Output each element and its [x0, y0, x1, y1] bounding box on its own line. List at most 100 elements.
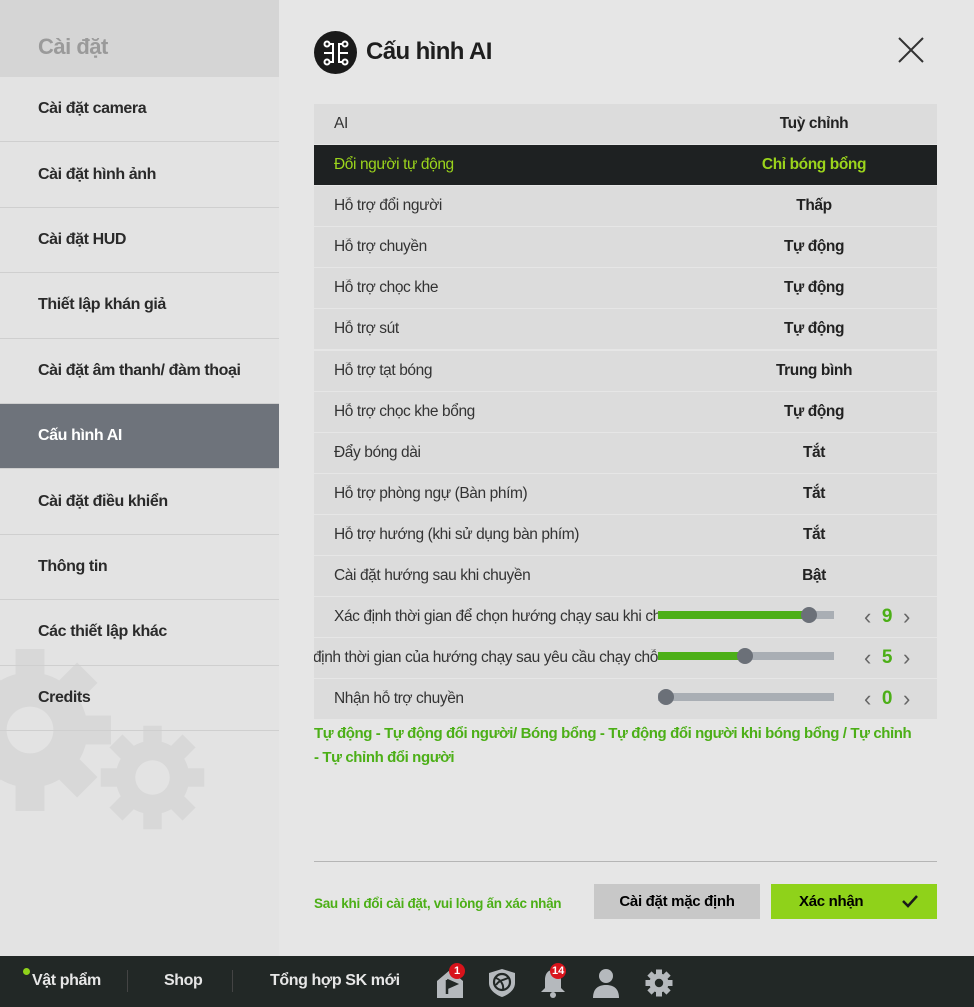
ai-config-panel: Cấu hình AI AI Tuỳ chỉnh Đổi người tự động…: [279, 0, 974, 956]
slider-row: yết định thời gian của hướng chạy sau yê…: [314, 638, 937, 679]
check-icon: [902, 895, 918, 908]
chevron-left-icon[interactable]: ‹: [864, 686, 871, 712]
slider-row: Nhận hỗ trợ chuyền ‹ 0 ›: [314, 679, 937, 720]
setting-value[interactable]: Thấp: [704, 197, 924, 215]
setting-row[interactable]: Hỗ trợ chọc khe Tự động: [314, 268, 937, 309]
slider-label: yết định thời gian của hướng chạy sau yê…: [314, 649, 658, 667]
confirm-button[interactable]: Xác nhận: [771, 884, 937, 919]
setting-row[interactable]: AI Tuỳ chỉnh: [314, 104, 937, 144]
sidebar-item-label: Cài đặt hình ảnh: [38, 165, 157, 183]
setting-row[interactable]: Đẩy bóng dài Tắt: [314, 432, 937, 473]
home-flag-button[interactable]: 1: [436, 963, 465, 1003]
sidebar-item-label: Thông tin: [38, 557, 108, 575]
slider-row: Xác định thời gian để chọn hướng chạy sa…: [314, 597, 937, 638]
confirm-label: Xác nhận: [799, 893, 864, 910]
slider-track[interactable]: [658, 607, 834, 624]
sidebar-item-label: Cài đặt camera: [38, 100, 147, 118]
new-dot: [23, 968, 30, 975]
sidebar-item[interactable]: Cấu hình AI: [0, 403, 279, 470]
setting-row[interactable]: Đổi người tự động Chỉ bóng bổng: [314, 145, 937, 186]
slider-track[interactable]: [658, 689, 834, 706]
setting-value[interactable]: Tự động: [704, 238, 924, 256]
setting-label: Đẩy bóng dài: [334, 443, 421, 461]
slider-thumb[interactable]: [800, 607, 817, 624]
reset-default-button[interactable]: Cài đặt mặc định: [594, 884, 760, 919]
sidebar-item[interactable]: Cài đặt HUD: [0, 208, 279, 274]
sidebar-item[interactable]: Cài đặt điều khiển: [0, 469, 279, 535]
home-badge: 1: [449, 963, 465, 979]
setting-row[interactable]: Hỗ trợ sút Tự động: [314, 309, 937, 350]
items-link[interactable]: Vật phẩm: [32, 972, 101, 990]
divider: [314, 861, 937, 862]
sidebar-item-label: Cài đặt điều khiển: [38, 492, 168, 510]
sidebar-item[interactable]: Cài đặt âm thanh/ đàm thoại: [0, 339, 279, 404]
setting-value[interactable]: Tắt: [704, 526, 924, 544]
setting-row[interactable]: Hỗ trợ tạt bóng Trung bình: [314, 350, 937, 391]
sidebar-item-label: Credits: [38, 688, 91, 706]
setting-row[interactable]: Hỗ trợ hướng (khi sử dụng bàn phím) Tắt: [314, 514, 937, 555]
notifications-button[interactable]: 14: [540, 963, 567, 1003]
setting-row[interactable]: Cài đặt hướng sau khi chuyền Bật: [314, 556, 937, 597]
slider-label: Nhận hỗ trợ chuyền: [334, 690, 464, 708]
chevron-left-icon[interactable]: ‹: [864, 604, 871, 630]
setting-value[interactable]: Tắt: [704, 485, 924, 503]
sidebar: Cài đặt Cài đặt camera Cài đặt hình ảnh Cà…: [0, 0, 279, 956]
chevron-left-icon[interactable]: ‹: [864, 645, 871, 671]
setting-row[interactable]: Hỗ trợ chuyền Tự động: [314, 227, 937, 268]
setting-value[interactable]: Tắt: [704, 444, 924, 462]
sidebar-item[interactable]: Các thiết lập khác: [0, 600, 279, 666]
setting-value[interactable]: Chỉ bóng bổng: [704, 156, 924, 174]
slider-thumb[interactable]: [737, 648, 754, 665]
setting-label: Hỗ trợ đổi người: [334, 197, 442, 215]
gear-icon[interactable]: [644, 968, 674, 998]
sidebar-item[interactable]: Thiết lập khán giả: [0, 273, 279, 339]
setting-value[interactable]: Trung bình: [704, 362, 924, 380]
user-icon[interactable]: [592, 968, 620, 998]
setting-value[interactable]: Tự động: [704, 279, 924, 297]
slider-track[interactable]: [658, 648, 834, 665]
gear-decoration-icon: [100, 725, 205, 830]
bell-badge: 14: [550, 963, 567, 979]
sidebar-item-label: Các thiết lập khác: [38, 623, 167, 641]
setting-value[interactable]: Tự động: [704, 403, 924, 421]
sidebar-item[interactable]: Cài đặt camera: [0, 77, 279, 143]
close-icon[interactable]: [896, 35, 926, 65]
reset-default-label: Cài đặt mặc định: [619, 893, 735, 910]
sidebar-item-label: Thiết lập khán giả: [38, 296, 166, 314]
value-stepper: ‹ 5 ›: [864, 645, 910, 671]
info-note: Tự động - Tự động đổi người/ Bóng bổng -…: [314, 725, 912, 766]
separator: [232, 970, 233, 992]
slider-fill: [658, 652, 746, 661]
slider-label: Xác định thời gian để chọn hướng chạy sa…: [334, 608, 658, 626]
separator: [127, 970, 128, 992]
sidebar-item[interactable]: Cài đặt hình ảnh: [0, 142, 279, 208]
shop-link[interactable]: Shop: [164, 972, 203, 990]
setting-label: AI: [334, 115, 348, 132]
setting-value[interactable]: Tuỳ chỉnh: [704, 115, 924, 133]
setting-row[interactable]: Hỗ trợ phòng ngự (Bàn phím) Tắt: [314, 473, 937, 514]
sidebar-item[interactable]: Thông tin: [0, 535, 279, 601]
setting-label: Hỗ trợ chuyền: [334, 238, 427, 256]
chevron-right-icon[interactable]: ›: [903, 686, 910, 712]
setting-label: Hỗ trợ sút: [334, 320, 399, 338]
slider-thumb[interactable]: [658, 689, 674, 706]
chevron-right-icon[interactable]: ›: [903, 645, 910, 671]
sidebar-item[interactable]: Credits: [0, 666, 279, 731]
setting-value[interactable]: Tự động: [704, 320, 924, 338]
confirm-hint: Sau khi đổi cài đặt, vui lòng ấn xác nhậ…: [314, 896, 562, 911]
value-stepper: ‹ 9 ›: [864, 604, 910, 630]
setting-value[interactable]: Bật: [704, 567, 924, 585]
setting-row[interactable]: Hỗ trợ đổi người Thấp: [314, 186, 937, 227]
settings-list: AI Tuỳ chỉnh Đổi người tự động Chỉ bóng bổn…: [314, 104, 937, 720]
setting-label: Đổi người tự động: [334, 156, 454, 174]
sidebar-title: Cài đặt: [0, 0, 279, 77]
stepper-value: 0: [881, 688, 893, 710]
events-link[interactable]: Tổng hợp SK mới: [270, 972, 400, 990]
page-title: Cấu hình AI: [366, 38, 492, 65]
setting-label: Hỗ trợ tạt bóng: [334, 361, 433, 379]
shield-ball-icon[interactable]: [488, 968, 516, 998]
chevron-right-icon[interactable]: ›: [903, 604, 910, 630]
setting-row[interactable]: Hỗ trợ chọc khe bổng Tự động: [314, 391, 937, 432]
value-stepper: ‹ 0 ›: [864, 686, 910, 712]
setting-label: Hỗ trợ phòng ngự (Bàn phím): [334, 484, 528, 502]
